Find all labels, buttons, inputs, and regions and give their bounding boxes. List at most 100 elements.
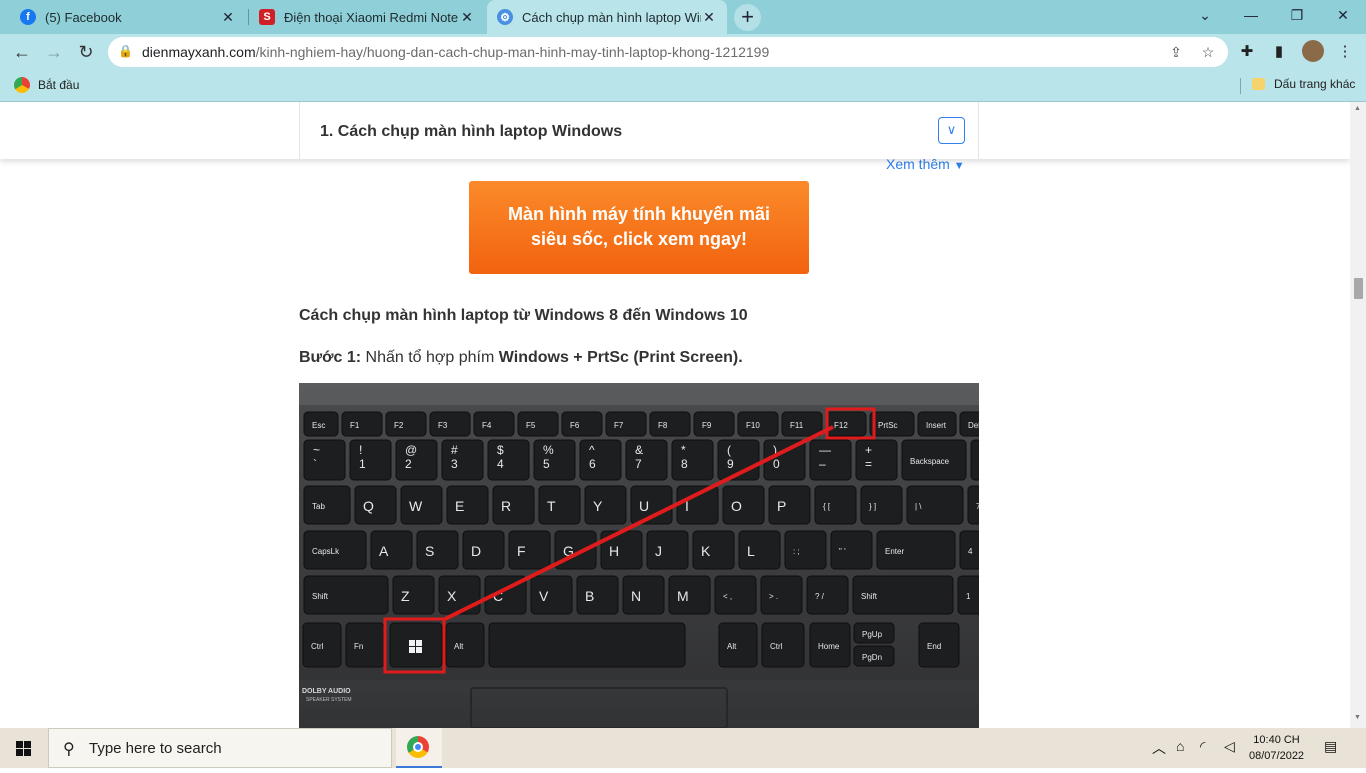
scroll-down-arrow-icon[interactable]: ▼ bbox=[1354, 714, 1361, 721]
wifi-icon[interactable]: ◜ bbox=[1200, 738, 1205, 755]
minimize-icon[interactable]: — bbox=[1228, 0, 1274, 30]
lock-icon[interactable]: 🔒 bbox=[118, 44, 133, 58]
speaker-system-label: SPEAKER SYSTEM bbox=[306, 697, 352, 703]
a-row-key-12-label: Enter bbox=[885, 547, 904, 556]
a-row-key-9 bbox=[738, 530, 781, 570]
tab-title: Điện thoại Xiaomi Redmi Note 9s bbox=[284, 9, 459, 25]
address-bar[interactable]: 🔒 dienmayxanh.com/kinh-nghiem-hay/huong-… bbox=[108, 37, 1228, 67]
bottom-key-3 bbox=[445, 622, 485, 668]
fn-key-10-label: F10 bbox=[746, 421, 760, 430]
tab-facebook[interactable]: f (5) Facebook ✕ bbox=[10, 0, 246, 34]
q-row-key-3-label: E bbox=[455, 498, 464, 514]
fn-key-2 bbox=[385, 411, 427, 437]
bookmark-bat-dau[interactable]: Bắt đầu bbox=[14, 77, 79, 93]
num-key-6 bbox=[579, 439, 622, 481]
bottom-key-1-label: Fn bbox=[354, 642, 363, 651]
num-key-0-label: ~ bbox=[313, 443, 320, 457]
forward-icon[interactable]: → bbox=[40, 38, 68, 66]
num-key-6-label: ^ bbox=[589, 443, 595, 457]
browser-toolbar: ← → ↻ 🔒 dienmayxanh.com/kinh-nghiem-hay/… bbox=[0, 34, 1366, 70]
taskbar-chrome-button[interactable] bbox=[396, 728, 442, 768]
tab-xiaomi[interactable]: S Điện thoại Xiaomi Redmi Note 9s ✕ bbox=[249, 0, 485, 34]
num-key-4-label: 4 bbox=[497, 457, 504, 471]
num-key-2-label: @ bbox=[405, 443, 417, 457]
num-key-5 bbox=[533, 439, 576, 481]
notifications-icon[interactable]: ▤ bbox=[1324, 738, 1337, 755]
share-icon[interactable]: ⇪ bbox=[1166, 42, 1186, 62]
back-icon[interactable]: ← bbox=[8, 38, 36, 66]
toc-title[interactable]: 1. Cách chụp màn hình laptop Windows bbox=[320, 123, 622, 141]
scrollbar-thumb[interactable] bbox=[1354, 278, 1363, 299]
close-window-icon[interactable]: ✕ bbox=[1320, 0, 1366, 30]
windows-start-button[interactable] bbox=[0, 728, 48, 768]
fn-key-4 bbox=[473, 411, 515, 437]
taskbar-search-box[interactable]: ⚲ Type here to search bbox=[48, 728, 392, 768]
q-row-key-12-label: } ] bbox=[869, 502, 876, 511]
num-key-7-label: & bbox=[635, 443, 643, 457]
close-tab-icon[interactable]: ✕ bbox=[459, 9, 475, 26]
close-tab-icon[interactable]: ✕ bbox=[220, 9, 236, 26]
q-row-key-8 bbox=[676, 485, 719, 525]
menu-kebab-icon[interactable]: ⋮ bbox=[1335, 42, 1355, 62]
windows-logo-square bbox=[416, 640, 422, 646]
a-row-key-3 bbox=[462, 530, 505, 570]
q-row-key-9 bbox=[722, 485, 765, 525]
num-key-5-label: % bbox=[543, 443, 554, 457]
z-row-key-7-label: M bbox=[677, 588, 689, 604]
num-key-12-label: = bbox=[865, 457, 872, 471]
num-key-9-label: ( bbox=[727, 443, 731, 457]
url-text[interactable]: dienmayxanh.com/kinh-nghiem-hay/huong-da… bbox=[142, 44, 769, 60]
search-placeholder: Type here to search bbox=[89, 740, 222, 757]
volume-icon[interactable]: ◁ bbox=[1224, 738, 1235, 755]
scroll-up-arrow-icon[interactable]: ▲ bbox=[1354, 105, 1361, 112]
z-row-key-4-label: V bbox=[539, 588, 549, 604]
q-row-key-11 bbox=[814, 485, 857, 525]
num-key-3-label: # bbox=[451, 443, 458, 457]
num-key-6-label: 6 bbox=[589, 457, 596, 471]
tab-search-chevron-icon[interactable]: ⌄ bbox=[1182, 0, 1228, 30]
num-key-1-label: ! bbox=[359, 443, 362, 457]
q-row-key-0 bbox=[303, 485, 351, 525]
z-row-key-10 bbox=[806, 575, 849, 615]
taskbar-clock[interactable]: 10:40 CH 08/07/2022 bbox=[1249, 732, 1304, 764]
num-key-4 bbox=[487, 439, 530, 481]
z-row-key-10-label: ? / bbox=[815, 592, 825, 601]
extensions-puzzle-icon[interactable]: ✚ bbox=[1237, 42, 1257, 62]
promo-button[interactable]: Màn hình máy tính khuyến mãi siêu sốc, c… bbox=[469, 181, 809, 274]
fn-key-5-label: F5 bbox=[526, 421, 536, 430]
bottom-key-10-label: End bbox=[927, 642, 941, 651]
num-key-4-label: $ bbox=[497, 443, 504, 457]
a-row-key-11 bbox=[830, 530, 873, 570]
reload-icon[interactable]: ↻ bbox=[72, 38, 100, 66]
bookmark-star-icon[interactable]: ☆ bbox=[1198, 42, 1218, 62]
new-tab-button[interactable]: + bbox=[734, 4, 761, 31]
a-row-key-10-label: : ; bbox=[793, 547, 800, 556]
q-row-key-9-label: O bbox=[731, 498, 742, 514]
show-hidden-icons-chevron[interactable]: ︿ bbox=[1152, 738, 1166, 758]
chevron-down-icon[interactable]: ∨ bbox=[938, 117, 965, 144]
restore-icon[interactable]: ❐ bbox=[1274, 0, 1320, 30]
section-heading: Cách chụp màn hình laptop từ Windows 8 đ… bbox=[299, 307, 748, 324]
fn-key-6 bbox=[561, 411, 603, 437]
meet-now-icon[interactable]: ⌂ bbox=[1176, 738, 1184, 754]
profile-avatar[interactable] bbox=[1302, 40, 1324, 62]
page-icon: ⚙ bbox=[497, 9, 513, 25]
num-key-8-label: * bbox=[681, 443, 686, 457]
side-panel-icon[interactable]: ▮ bbox=[1269, 42, 1289, 62]
table-of-contents[interactable]: 1. Cách chụp màn hình laptop Windows ∨ bbox=[299, 102, 979, 159]
dienmayxanh-s-icon: S bbox=[259, 9, 275, 25]
bookmark-divider bbox=[1240, 78, 1241, 94]
q-row-key-12 bbox=[860, 485, 903, 525]
fn-key-6-label: F6 bbox=[570, 421, 580, 430]
a-row-key-1 bbox=[370, 530, 413, 570]
q-row-key-4 bbox=[492, 485, 535, 525]
fn-key-14-label: Insert bbox=[926, 421, 947, 430]
page-scrollbar[interactable]: ▲ ▼ bbox=[1350, 102, 1366, 728]
tab-active-article[interactable]: ⚙ Cách chụp màn hình laptop Windows ✕ bbox=[487, 0, 727, 34]
close-tab-icon[interactable]: ✕ bbox=[701, 9, 717, 26]
z-row-key-9 bbox=[760, 575, 803, 615]
fn-key-7 bbox=[605, 411, 647, 437]
bottom-key-6-label: Ctrl bbox=[770, 642, 783, 651]
q-row-key-5-label: T bbox=[547, 498, 556, 514]
other-bookmarks[interactable]: Dấu trang khác bbox=[1252, 77, 1355, 91]
